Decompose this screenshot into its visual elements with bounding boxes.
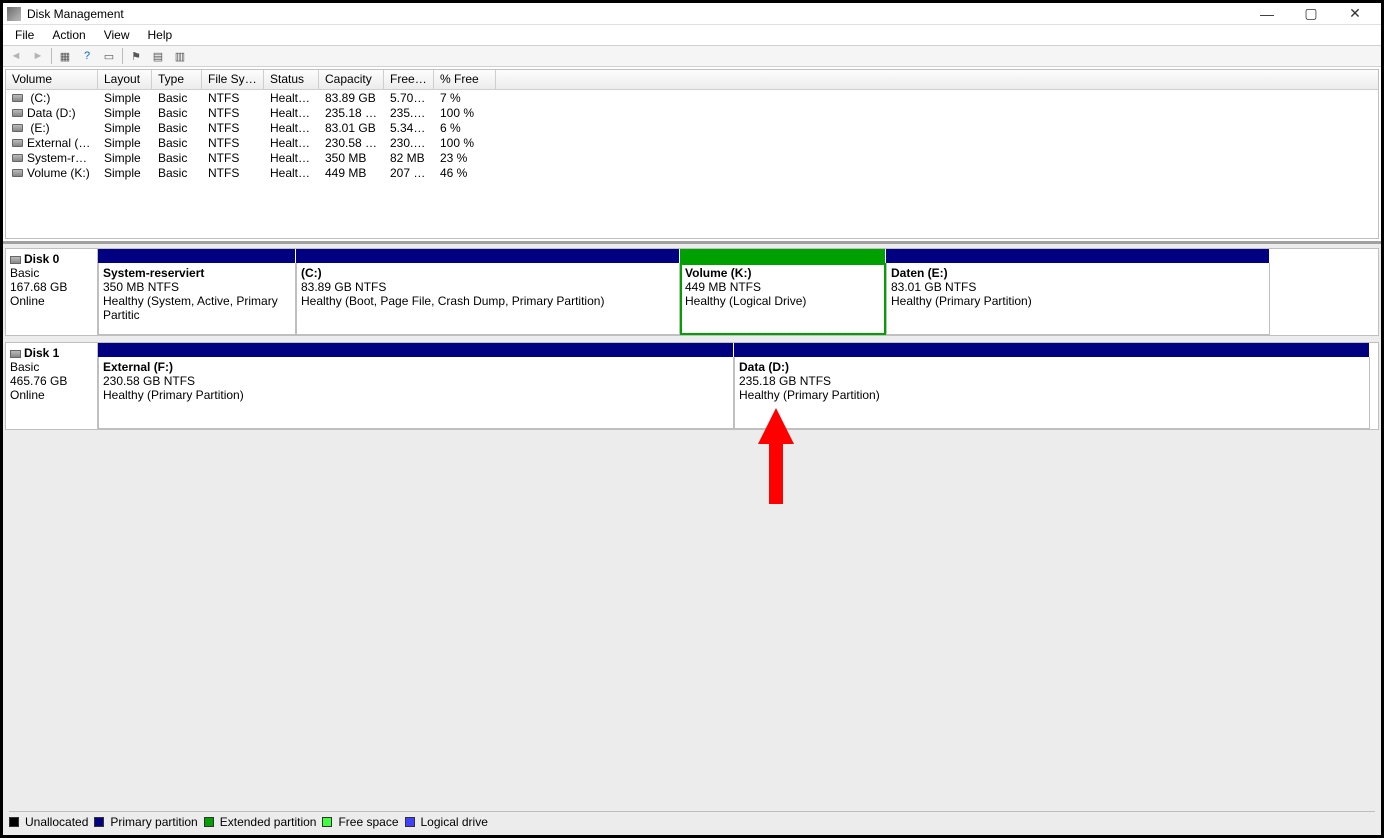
partition[interactable]: External (F:)230.58 GB NTFSHealthy (Prim…	[98, 357, 734, 429]
menu-help[interactable]: Help	[140, 26, 181, 44]
disk-row[interactable]: Disk 1Basic465.76 GBOnlineExternal (F:)2…	[5, 342, 1379, 430]
legend-free: Free space	[338, 815, 398, 829]
volume-row[interactable]: System-reservi...SimpleBasicNTFSHealthy …	[6, 150, 1378, 165]
legend: Unallocated Primary partition Extended p…	[9, 811, 1375, 829]
col-layout[interactable]: Layout	[98, 70, 152, 89]
disk-management-window: Disk Management — ▢ ✕ File Action View H…	[3, 3, 1381, 835]
partition-stripe	[98, 249, 296, 263]
drive-icon	[12, 124, 23, 132]
disk-info[interactable]: Disk 0Basic167.68 GBOnline	[6, 249, 98, 335]
window-title: Disk Management	[27, 7, 124, 21]
menubar: File Action View Help	[3, 25, 1381, 45]
menu-view[interactable]: View	[96, 26, 138, 44]
partition-stripe	[98, 343, 734, 357]
minimize-button[interactable]: —	[1245, 3, 1289, 25]
disk-icon	[10, 350, 21, 358]
disk-info[interactable]: Disk 1Basic465.76 GBOnline	[6, 343, 98, 429]
swatch-logical	[405, 817, 415, 827]
partition-stripe	[680, 249, 886, 263]
forward-icon[interactable]: ►	[29, 47, 47, 65]
legend-primary: Primary partition	[110, 815, 197, 829]
table-icon[interactable]: ▦	[56, 47, 74, 65]
col-pctfree[interactable]: % Free	[434, 70, 496, 89]
col-volume[interactable]: Volume	[6, 70, 98, 89]
drive-icon	[12, 139, 23, 147]
col-capacity[interactable]: Capacity	[319, 70, 384, 89]
partition[interactable]: Volume (K:)449 MB NTFSHealthy (Logical D…	[680, 263, 886, 335]
menu-file[interactable]: File	[7, 26, 42, 44]
close-button[interactable]: ✕	[1333, 3, 1377, 25]
partition-stripe	[296, 249, 680, 263]
col-status[interactable]: Status	[264, 70, 319, 89]
drive-icon	[12, 94, 23, 102]
maximize-button[interactable]: ▢	[1289, 3, 1333, 25]
drive-icon	[12, 169, 23, 177]
volume-list[interactable]: Volume Layout Type File System Status Ca…	[5, 69, 1379, 239]
legend-unallocated: Unallocated	[25, 815, 88, 829]
volume-row[interactable]: External (F:)SimpleBasicNTFSHealthy ...2…	[6, 135, 1378, 150]
partition[interactable]: System-reserviert350 MB NTFSHealthy (Sys…	[98, 263, 296, 335]
col-fs[interactable]: File System	[202, 70, 264, 89]
col-type[interactable]: Type	[152, 70, 202, 89]
volume-row[interactable]: Data (D:)SimpleBasicNTFSHealthy ...235.1…	[6, 105, 1378, 120]
swatch-unallocated	[9, 817, 19, 827]
volume-list-header[interactable]: Volume Layout Type File System Status Ca…	[6, 70, 1378, 90]
disk-row[interactable]: Disk 0Basic167.68 GBOnlineSystem-reservi…	[5, 248, 1379, 336]
detail-icon[interactable]: ▥	[171, 47, 189, 65]
partition[interactable]: (C:)83.89 GB NTFSHealthy (Boot, Page Fil…	[296, 263, 680, 335]
col-free[interactable]: Free S...	[384, 70, 434, 89]
volume-row[interactable]: (C:)SimpleBasicNTFSHealthy ...83.89 GB5.…	[6, 90, 1378, 105]
disk-graphic-area: Disk 0Basic167.68 GBOnlineSystem-reservi…	[3, 241, 1381, 835]
list-icon[interactable]: ▤	[149, 47, 167, 65]
partition-stripe	[734, 343, 1370, 357]
drive-icon	[12, 154, 23, 162]
partition-stripe	[886, 249, 1270, 263]
legend-extended: Extended partition	[220, 815, 317, 829]
toolbar: ◄ ► ▦ ? ▭ ⚑ ▤ ▥	[3, 45, 1381, 67]
drive-icon	[12, 109, 23, 117]
legend-logical: Logical drive	[421, 815, 488, 829]
volume-row[interactable]: (E:)SimpleBasicNTFSHealthy ...83.01 GB5.…	[6, 120, 1378, 135]
partition[interactable]: Data (D:)235.18 GB NTFSHealthy (Primary …	[734, 357, 1370, 429]
volume-row[interactable]: Volume (K:)SimpleBasicNTFSHealthy ...449…	[6, 165, 1378, 180]
app-icon	[7, 7, 21, 21]
menu-action[interactable]: Action	[44, 26, 93, 44]
settings-icon[interactable]: ⚑	[127, 47, 145, 65]
back-icon[interactable]: ◄	[7, 47, 25, 65]
partition[interactable]: Daten (E:)83.01 GB NTFSHealthy (Primary …	[886, 263, 1270, 335]
swatch-free	[322, 817, 332, 827]
properties-icon[interactable]: ▭	[100, 47, 118, 65]
titlebar[interactable]: Disk Management — ▢ ✕	[3, 3, 1381, 25]
disk-icon	[10, 256, 21, 264]
help-icon[interactable]: ?	[78, 47, 96, 65]
swatch-primary	[94, 817, 104, 827]
swatch-extended	[204, 817, 214, 827]
